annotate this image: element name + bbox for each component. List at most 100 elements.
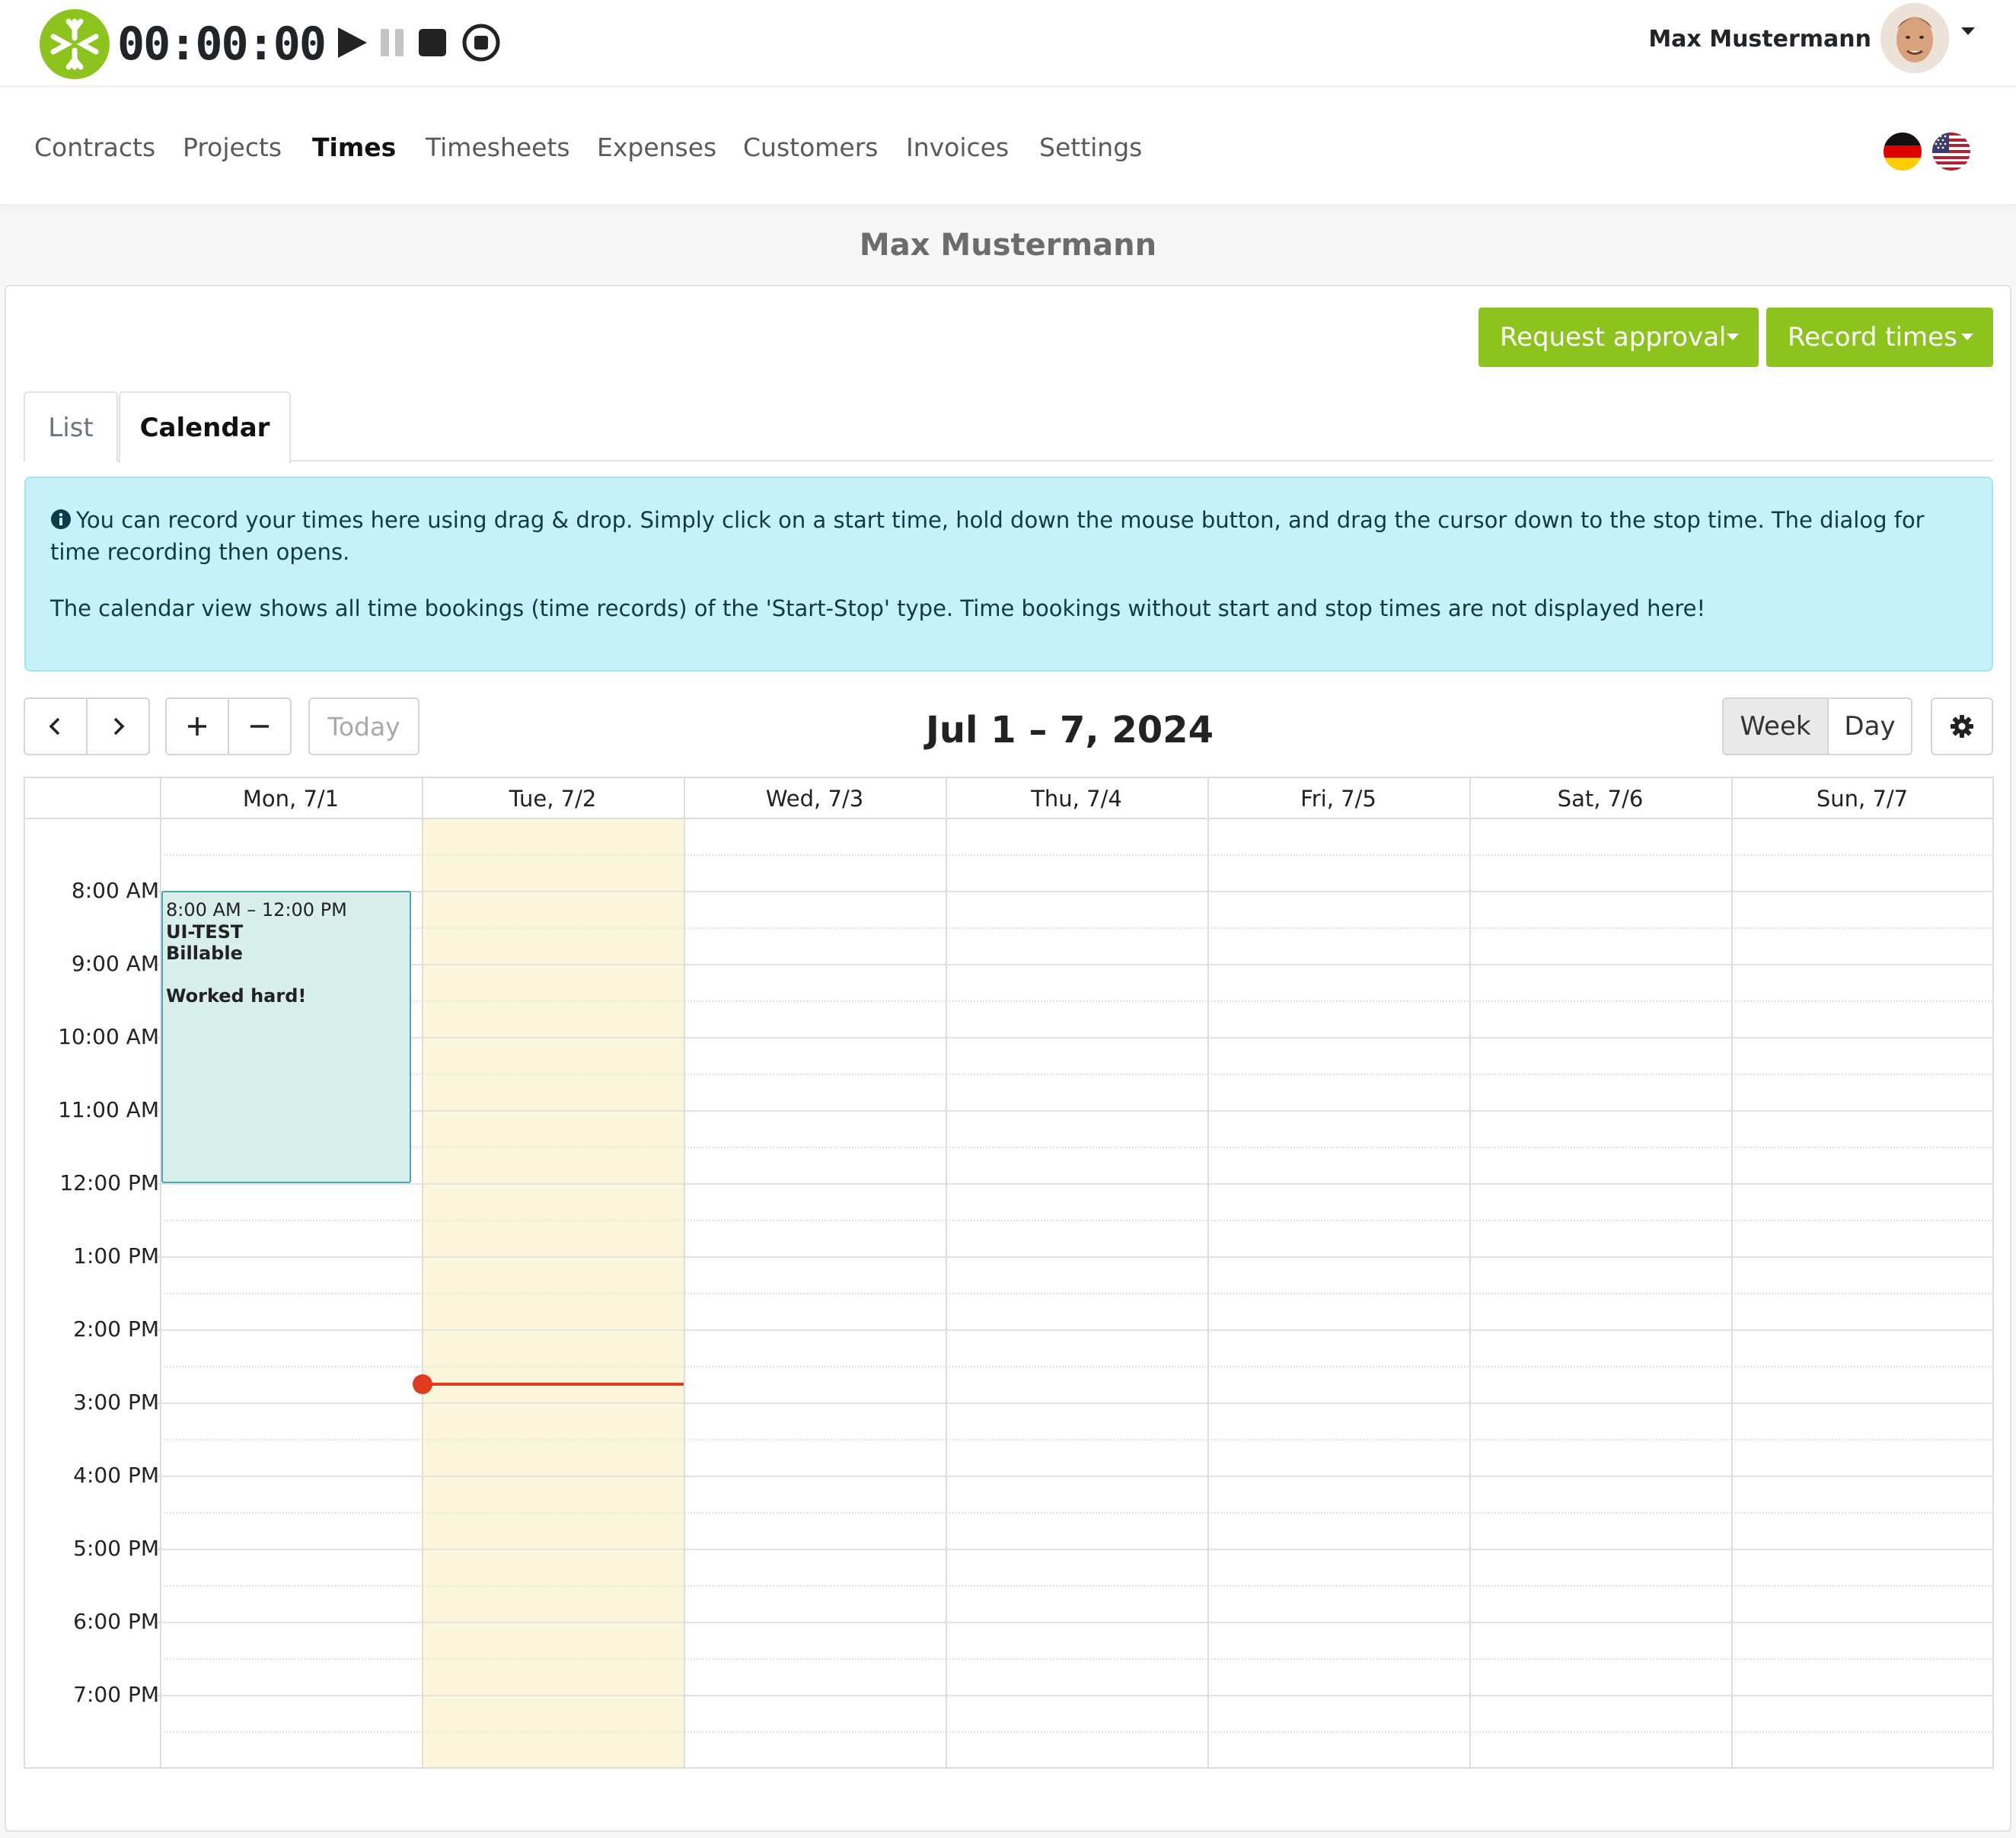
day-header[interactable]: Mon, 7/1: [160, 778, 422, 818]
day-column-divider: [946, 778, 947, 1767]
half-hour-line: [160, 854, 1992, 856]
day-header[interactable]: Fri, 7/5: [1207, 778, 1469, 818]
event-time: 8:00 AM – 12:00 PM: [166, 899, 347, 921]
main-nav: Contracts Projects Times Timesheets Expe…: [0, 88, 2016, 204]
nav-item-timesheets[interactable]: Timesheets: [426, 131, 570, 164]
plus-icon: [188, 717, 206, 736]
half-hour-line: [160, 1000, 1992, 1002]
time-slot-label: 5:00 PM: [73, 1536, 159, 1561]
day-column-divider: [684, 778, 685, 1767]
day-header[interactable]: Thu, 7/4: [946, 778, 1207, 818]
request-approval-button[interactable]: Request approval: [1479, 308, 1759, 367]
record-times-label: Record times: [1788, 322, 1957, 353]
user-menu-caret-icon[interactable]: [1961, 27, 1975, 35]
half-hour-line: [160, 1366, 1992, 1367]
info-icon: [51, 509, 71, 529]
user-avatar[interactable]: [1880, 3, 1949, 73]
next-button[interactable]: [88, 699, 148, 754]
time-booking-event[interactable]: 8:00 AM – 12:00 PM UI-TEST Billable Worked …: [161, 891, 411, 1183]
day-column-divider: [1207, 778, 1209, 1767]
half-hour-line: [160, 927, 1992, 929]
user-name[interactable]: Max Mustermann: [1648, 24, 1871, 55]
top-bar: 00:00:00 Max Mustermann: [0, 0, 2016, 87]
nav-item-contracts[interactable]: Contracts: [34, 131, 155, 164]
hour-line: [152, 1037, 1992, 1039]
hour-line: [152, 1183, 1992, 1185]
hour-line: [152, 1256, 1992, 1258]
chevron-left-icon: [49, 717, 60, 736]
day-column-divider: [1469, 778, 1471, 1767]
half-hour-line: [160, 1658, 1992, 1660]
day-view-button[interactable]: Day: [1827, 697, 1912, 755]
hour-line: [152, 891, 1992, 892]
hour-line: [152, 1622, 1992, 1623]
time-slot-label: 2:00 PM: [73, 1316, 159, 1342]
day-header[interactable]: Sun, 7/7: [1731, 778, 1993, 818]
alert-text-1: You can record your times here using dra…: [50, 507, 1925, 565]
record-times-button[interactable]: Record times: [1766, 308, 1993, 367]
info-alert: You can record your times here using dra…: [24, 477, 1993, 672]
nav-item-invoices[interactable]: Invoices: [906, 131, 1009, 164]
time-slot-label: 6:00 PM: [73, 1609, 159, 1634]
gear-icon: [1951, 715, 1973, 738]
calendar-title: Jul 1 – 7, 2024: [926, 709, 1214, 751]
nav-item-settings[interactable]: Settings: [1039, 131, 1142, 164]
tabs-divider: [24, 460, 1993, 461]
event-note: Worked hard!: [166, 985, 307, 1007]
minus-icon: [250, 725, 269, 728]
event-project: UI-TEST: [166, 921, 244, 943]
stop-icon[interactable]: [411, 21, 454, 64]
half-hour-line: [160, 1220, 1992, 1221]
prev-button[interactable]: [25, 699, 86, 754]
zoom-in-button[interactable]: [167, 699, 228, 754]
alert-text-2: The calendar view shows all time booking…: [50, 595, 1706, 621]
time-slot-label: 4:00 PM: [73, 1463, 159, 1488]
request-approval-label: Request approval: [1500, 322, 1727, 353]
half-hour-line: [160, 1439, 1992, 1441]
pause-icon[interactable]: [373, 21, 416, 64]
current-time-dot: [413, 1374, 432, 1394]
alert-line-1: You can record your times here using dra…: [50, 504, 1967, 568]
nav-item-customers[interactable]: Customers: [743, 131, 879, 164]
time-slot-label: 11:00 AM: [58, 1097, 159, 1122]
nav-item-projects[interactable]: Projects: [183, 131, 282, 164]
page-title: Max Mustermann: [859, 228, 1157, 263]
week-view-button[interactable]: Week: [1722, 697, 1829, 755]
app-logo-icon[interactable]: [40, 9, 110, 79]
nav-item-times[interactable]: Times: [312, 131, 396, 164]
half-hour-line: [160, 1293, 1992, 1294]
day-header[interactable]: Wed, 7/3: [684, 778, 946, 818]
tab-list[interactable]: List: [24, 391, 118, 461]
timer-display: 00:00:00: [117, 18, 327, 71]
day-column-divider: [1731, 778, 1733, 1767]
half-hour-line: [160, 1585, 1992, 1587]
half-hour-line: [160, 1074, 1992, 1075]
record-icon[interactable]: [460, 21, 502, 64]
half-hour-line: [160, 1512, 1992, 1514]
week-calendar-grid[interactable]: Mon, 7/1 Tue, 7/2 Wed, 7/3 Thu, 7/4 Fri, 7/5…: [24, 777, 1994, 1769]
hour-line: [152, 1476, 1992, 1477]
today-button[interactable]: Today: [308, 697, 419, 755]
time-slot-label: 10:00 AM: [58, 1024, 159, 1049]
hour-line: [152, 964, 1992, 965]
hour-line: [152, 1329, 1992, 1331]
hour-line: [152, 1402, 1992, 1404]
calendar-settings-button[interactable]: [1931, 697, 1993, 755]
time-slot-label: 3:00 PM: [73, 1390, 159, 1415]
hour-line: [152, 1549, 1992, 1550]
header-divider: [25, 818, 1992, 819]
zoom-out-button[interactable]: [229, 699, 290, 754]
time-slot-label: 12:00 PM: [59, 1170, 159, 1195]
tab-calendar[interactable]: Calendar: [119, 391, 291, 463]
us-flag-icon[interactable]: [1932, 132, 1970, 171]
half-hour-line: [160, 1147, 1992, 1148]
day-header[interactable]: Sat, 7/6: [1469, 778, 1731, 818]
nav-item-expenses[interactable]: Expenses: [597, 131, 716, 164]
german-flag-icon[interactable]: [1884, 132, 1922, 171]
time-slot-label: 1:00 PM: [73, 1243, 159, 1268]
play-icon[interactable]: [332, 21, 375, 64]
half-hour-line: [160, 1731, 1992, 1733]
hour-line: [152, 1110, 1992, 1112]
hour-line: [152, 1695, 1992, 1696]
day-header[interactable]: Tue, 7/2: [422, 778, 684, 818]
